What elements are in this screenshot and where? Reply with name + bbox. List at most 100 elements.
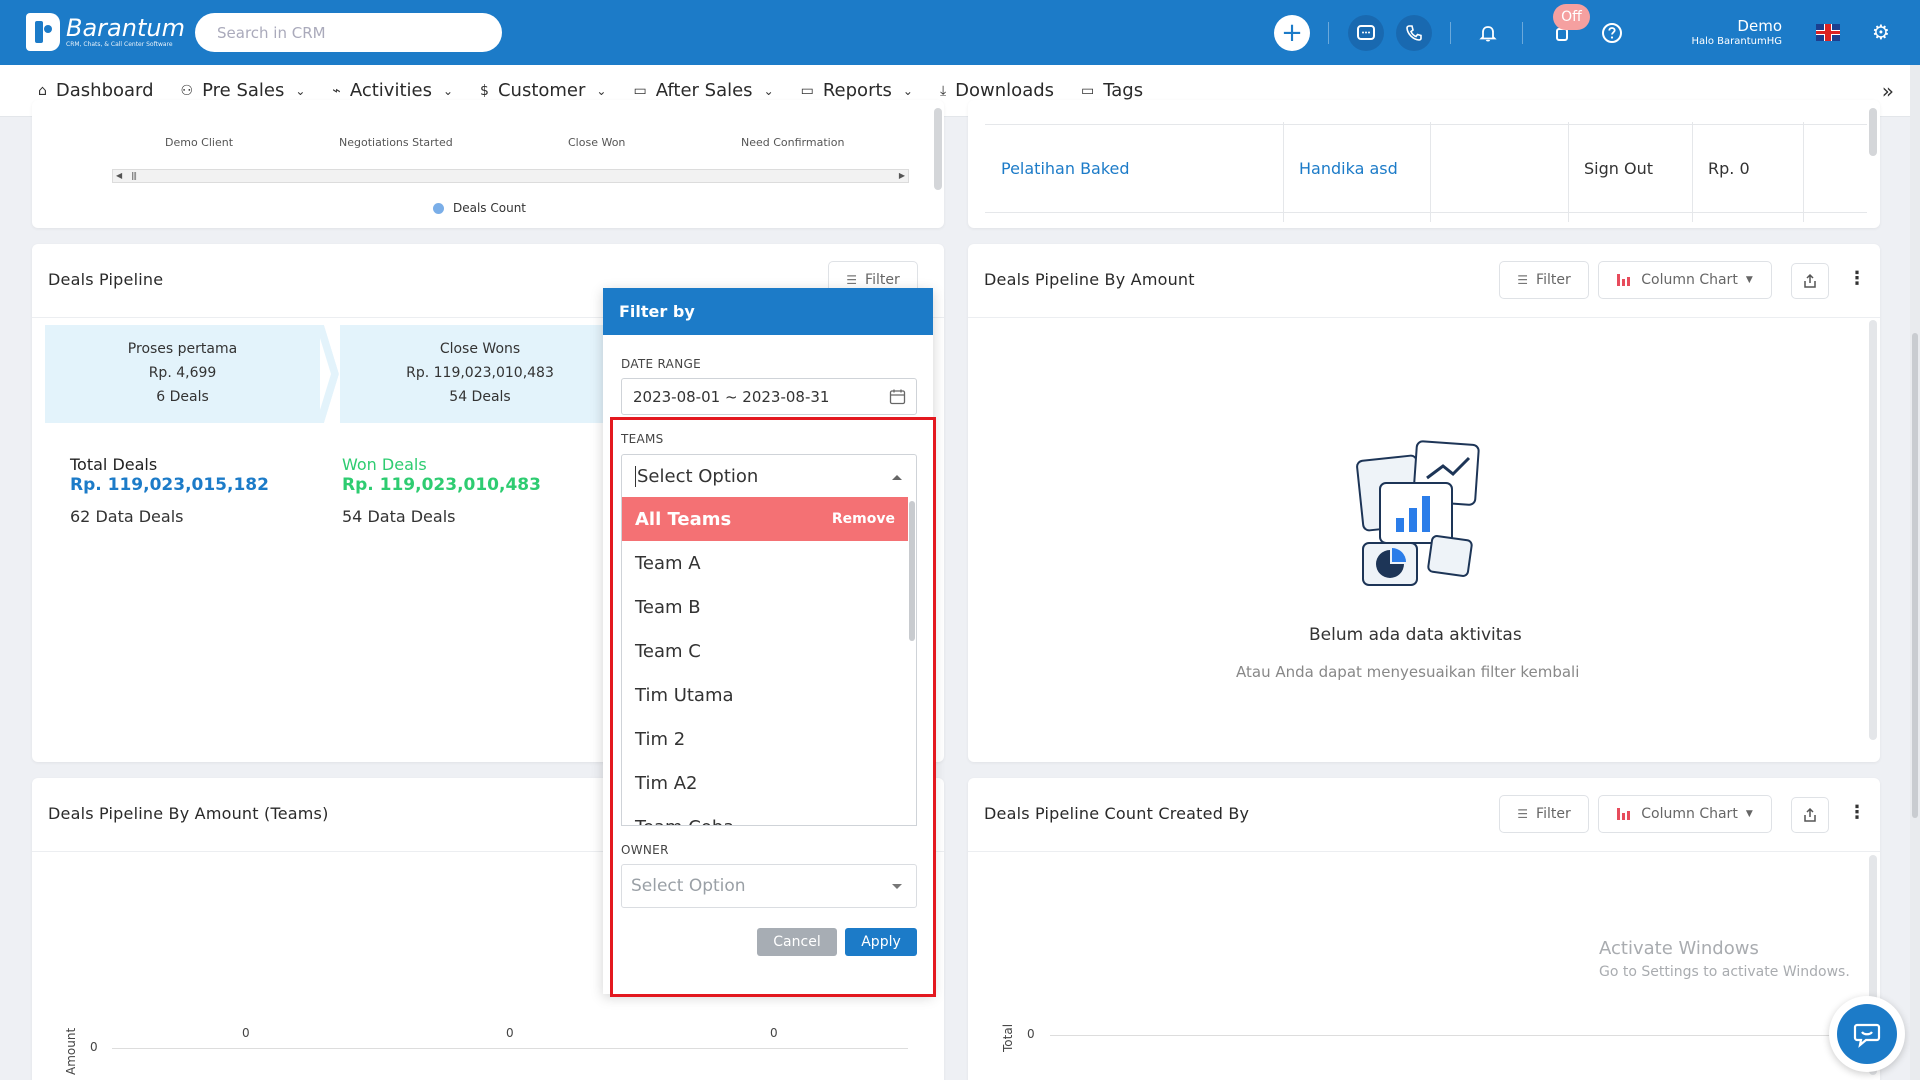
nav-item-tags[interactable]: ▭ Tags [1081, 80, 1143, 101]
empty-state-title: Belum ada data aktivitas [1309, 625, 1522, 645]
live-chat-button[interactable] [1829, 996, 1905, 1072]
export-button[interactable] [1791, 797, 1829, 833]
add-icon[interactable]: + [1274, 15, 1310, 51]
logo-tagline: CRM, Chats, & Call Center Software [66, 40, 173, 48]
share-icon [1804, 273, 1816, 288]
nav-item-activities[interactable]: ⌁ Activities ⌄ [332, 80, 453, 101]
share-icon [1804, 807, 1816, 822]
total-deals-amount: Rp. 119,023,015,182 [70, 475, 269, 495]
nav-item-downloads[interactable]: ⤓ Downloads [940, 80, 1054, 101]
filter-icon: ☰ [846, 273, 858, 287]
card-vertical-scrollbar[interactable] [1869, 320, 1877, 740]
nav-more-icon[interactable]: » [1882, 79, 1894, 103]
total-deals-count: 62 Data Deals [70, 507, 184, 526]
nav-item-label: Dashboard [55, 80, 154, 101]
help-icon[interactable] [1594, 15, 1630, 51]
download-icon: ⤓ [939, 82, 947, 99]
filter-button[interactable]: ☰ Filter [1499, 795, 1589, 833]
nav-item-reports[interactable]: ▭ Reports ⌄ [801, 80, 913, 101]
nav-item-after-sales[interactable]: ▭ After Sales ⌄ [633, 80, 773, 101]
nav-item-label: Reports [822, 80, 892, 101]
caret-down-icon: ▼ [1745, 809, 1753, 819]
nav-item-pre-sales[interactable]: ⚇ Pre Sales ⌄ [181, 80, 306, 101]
folder-icon: ▭ [633, 82, 647, 99]
dollar-icon: $ [480, 82, 489, 99]
date-range-field[interactable]: 2023-08-01 ~ 2023-08-31 [621, 378, 917, 415]
users-icon: ⚇ [180, 82, 194, 99]
bar-value-label: 0 [506, 1026, 514, 1040]
legend-label: Deals Count [453, 201, 527, 215]
nav-item-label: Customer [497, 80, 586, 101]
toolbar-separator [1328, 22, 1329, 44]
empty-chart-illustration-icon [1356, 440, 1480, 586]
bar-value-label: 0 [770, 1026, 778, 1040]
pipeline-stage[interactable]: Proses pertama Rp. 4,699 6 Deals [45, 325, 320, 423]
card-title: Deals Pipeline [48, 270, 164, 289]
table-cell-deal-name[interactable]: Pelatihan Baked [986, 124, 1130, 212]
gear-icon[interactable]: ⚙ [1872, 20, 1890, 44]
activation-watermark-subtitle: Go to Settings to activate Windows. [1599, 964, 1850, 980]
table-cell-contact[interactable]: Handika asd [1284, 124, 1398, 212]
chart-type-label: Column Chart [1641, 272, 1738, 288]
card-title: Deals Pipeline Count Created By [984, 804, 1250, 823]
activation-watermark-title: Activate Windows [1599, 938, 1759, 959]
nav-item-dashboard[interactable]: ⌂ Dashboard [38, 80, 154, 101]
chat-icon[interactable] [1348, 15, 1384, 51]
bar-value-label: 0 [242, 1026, 250, 1040]
toolbar-separator [1522, 22, 1523, 44]
more-options-icon[interactable]: ⋮ [1848, 802, 1866, 823]
calendar-icon[interactable] [889, 388, 906, 405]
nav-item-customer[interactable]: $ Customer ⌄ [480, 80, 606, 101]
status-badge: Off [1553, 4, 1590, 30]
filter-label: Filter [1536, 272, 1571, 288]
card-title: Deals Pipeline By Amount (Teams) [48, 804, 329, 823]
nav-item-label: Downloads [955, 80, 1055, 101]
y-axis-tick: 0 [1027, 1027, 1035, 1041]
pipeline-stage[interactable]: Close Wons Rp. 119,023,010,483 54 Deals [340, 325, 620, 423]
more-options-icon[interactable]: ⋮ [1848, 268, 1866, 289]
phone-icon[interactable] [1396, 15, 1432, 51]
user-menu[interactable]: Demo Halo BarantumHG [1691, 17, 1782, 49]
chart-type-dropdown[interactable]: Column Chart ▼ [1598, 795, 1772, 833]
table-cell-status: Sign Out [1584, 158, 1653, 178]
nav-item-label: Pre Sales [202, 80, 285, 101]
chevron-down-icon: ⌄ [763, 83, 774, 98]
user-name: Demo [1737, 17, 1782, 35]
bar-chart-icon [1617, 808, 1631, 820]
chart-type-label: Column Chart [1641, 806, 1738, 822]
stage-deals: 6 Deals [156, 389, 209, 405]
barantum-logo[interactable]: Barantum CRM, Chats, & Call Center Softw… [26, 13, 185, 51]
folder-icon: ▭ [800, 82, 814, 99]
chart-type-dropdown[interactable]: Column Chart ▼ [1598, 261, 1772, 299]
filter-label: Filter [1536, 806, 1571, 822]
chevron-down-icon: ⌄ [442, 83, 454, 98]
won-deals-summary: Won Deals Rp. 119,023,010,483 54 Data De… [342, 455, 541, 526]
category-label: Demo Client [165, 136, 234, 149]
card-vertical-scrollbar[interactable] [934, 108, 942, 190]
filter-button[interactable]: ☰ Filter [1499, 261, 1589, 299]
empty-state-subtitle: Atau Anda dapat menyesuaikan filter kemb… [1236, 663, 1580, 681]
chevron-down-icon: ⌄ [596, 83, 607, 98]
table-vertical-scrollbar[interactable] [1869, 108, 1877, 156]
chat-bubble-icon [1853, 1023, 1881, 1048]
caret-down-icon: ▼ [1745, 275, 1753, 285]
total-deals-summary: Total Deals Rp. 119,023,015,182 62 Data … [70, 455, 269, 526]
page-scrollbar[interactable] [1910, 65, 1920, 1080]
popover-title: Filter by [603, 288, 933, 335]
logo-mark-icon [26, 13, 60, 51]
legend-dot-icon [433, 202, 444, 214]
category-label: Close Won [568, 136, 626, 149]
uk-flag-icon[interactable] [1816, 24, 1840, 41]
won-deals-label: Won Deals [342, 455, 427, 474]
chart-horizontal-scrollbar[interactable]: ◀ ||| ▶ [112, 169, 909, 183]
bell-icon[interactable] [1470, 15, 1506, 51]
chart-legend[interactable]: Deals Count [433, 201, 526, 215]
date-range-value: 2023-08-01 ~ 2023-08-31 [633, 387, 830, 406]
search-input[interactable] [195, 13, 502, 52]
y-axis-label: Total [1001, 1023, 1015, 1052]
y-axis-tick: 0 [90, 1040, 98, 1054]
won-deals-amount: Rp. 119,023,010,483 [342, 475, 541, 495]
export-button[interactable] [1791, 263, 1829, 299]
toolbar-separator [1450, 22, 1451, 44]
top-bar: Barantum CRM, Chats, & Call Center Softw… [0, 0, 1920, 65]
